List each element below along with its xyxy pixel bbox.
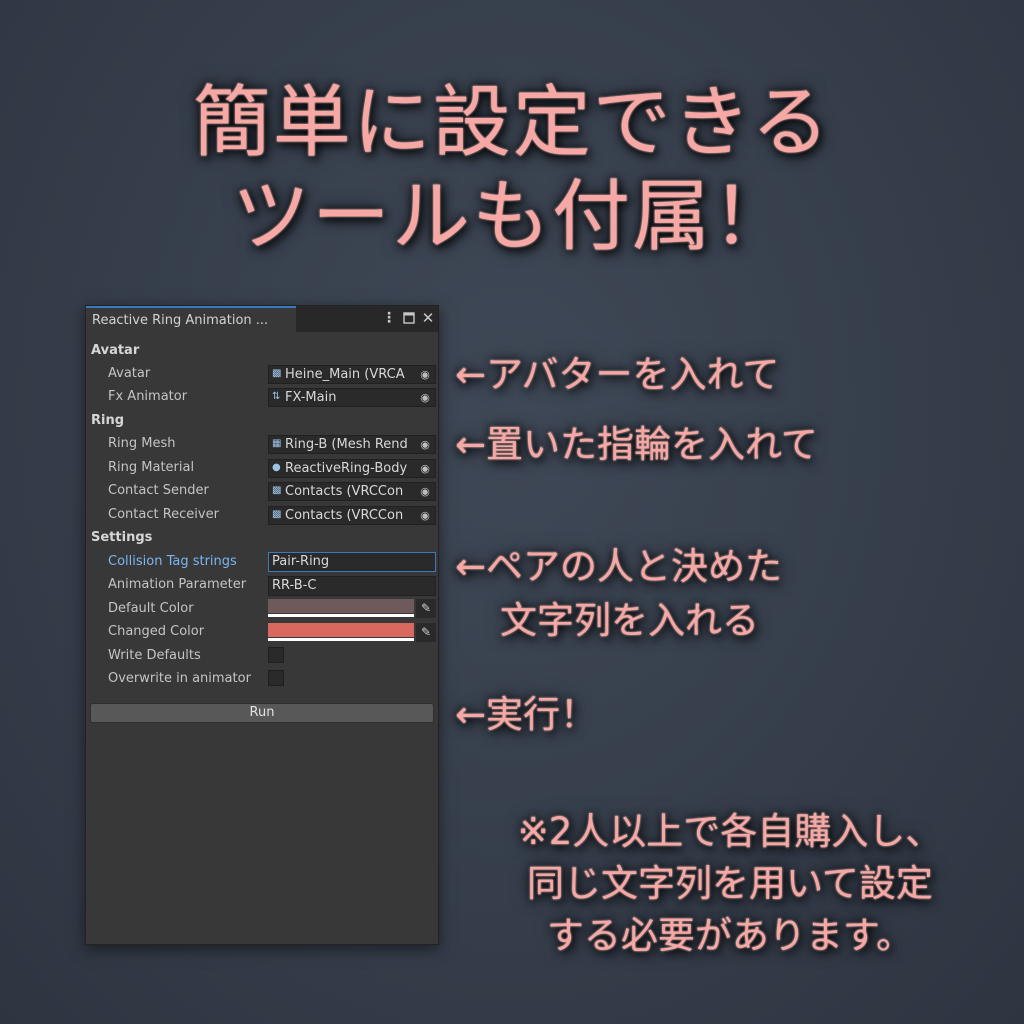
- changed-color-label: Changed Color: [108, 624, 205, 639]
- material-icon: ●: [272, 462, 281, 473]
- object-picker-icon[interactable]: ◉: [415, 389, 435, 406]
- annotation-ring: ←置いた指輪を入れて: [455, 423, 818, 466]
- fx-animator-label: Fx Animator: [108, 389, 188, 404]
- headline-line-2: ツールも付属！: [231, 172, 792, 262]
- overwrite-in-animator-label: Overwrite in animator: [108, 671, 251, 686]
- contact-receiver-value: Contacts (VRCCon: [285, 508, 404, 523]
- run-button[interactable]: Run: [90, 703, 434, 723]
- animation-parameter-input[interactable]: RR-B-C: [268, 576, 436, 596]
- fx-animator-field[interactable]: ⇅ FX-Main ◉: [268, 388, 436, 407]
- default-color-field[interactable]: [268, 599, 414, 618]
- ring-mesh-value: Ring-B (Mesh Rend: [285, 437, 408, 452]
- avatar-field[interactable]: ▩ Heine_Main (VRCA ◉: [268, 365, 436, 384]
- section-avatar: Avatar: [91, 343, 140, 358]
- ring-material-field[interactable]: ● ReactiveRing-Body ◉: [268, 459, 436, 478]
- ring-material-label: Ring Material: [108, 460, 195, 475]
- editor-window: Reactive Ring Animation ... ⋮ ✕ Avatar A…: [85, 305, 439, 945]
- collision-tag-input[interactable]: Pair-Ring: [268, 552, 436, 572]
- contact-sender-field[interactable]: ▩ Contacts (VRCCon ◉: [268, 482, 436, 501]
- note-line-3: する必要があります。: [546, 914, 914, 957]
- script-icon: ▩: [272, 485, 282, 496]
- mesh-icon: ▦: [272, 438, 282, 449]
- animator-icon: ⇅: [272, 391, 281, 402]
- fx-animator-value: FX-Main: [285, 390, 337, 405]
- avatar-value: Heine_Main (VRCA: [285, 367, 405, 382]
- default-color-alpha-bar: [268, 614, 414, 617]
- ring-mesh-label: Ring Mesh: [108, 436, 176, 451]
- purchase-note: ※2人以上で各自購入し、 同じ文字列を用いて設定 する必要があります。: [440, 806, 1020, 962]
- script-icon: ▩: [272, 509, 282, 520]
- note-line-2: 同じ文字列を用いて設定: [527, 862, 933, 905]
- object-picker-icon[interactable]: ◉: [415, 436, 435, 453]
- overwrite-in-animator-checkbox[interactable]: [268, 670, 284, 686]
- annotation-tag-line-2: 文字列を入れる: [500, 599, 759, 642]
- object-picker-icon[interactable]: ◉: [415, 507, 435, 524]
- contact-sender-label: Contact Sender: [108, 483, 209, 498]
- contact-receiver-field[interactable]: ▩ Contacts (VRCCon ◉: [268, 506, 436, 525]
- annotation-avatar: ←アバターを入れて: [455, 353, 780, 396]
- write-defaults-label: Write Defaults: [108, 648, 201, 663]
- window-tab[interactable]: Reactive Ring Animation ...: [86, 306, 296, 332]
- changed-color-field[interactable]: [268, 623, 414, 642]
- close-icon[interactable]: ✕: [419, 309, 437, 327]
- default-color-label: Default Color: [108, 601, 194, 616]
- eyedropper-icon[interactable]: ✎: [416, 599, 436, 618]
- eyedropper-icon[interactable]: ✎: [416, 623, 436, 642]
- section-settings: Settings: [91, 530, 153, 545]
- collision-tag-label: Collision Tag strings: [108, 554, 237, 569]
- avatar-label: Avatar: [108, 366, 151, 381]
- default-color-swatch: [268, 599, 414, 613]
- contact-receiver-label: Contact Receiver: [108, 507, 219, 522]
- contact-sender-value: Contacts (VRCCon: [285, 484, 404, 499]
- maximize-icon[interactable]: [400, 309, 418, 327]
- headline-line-1: 簡単に設定できる: [192, 78, 832, 168]
- note-line-1: ※2人以上で各自購入し、: [517, 810, 943, 853]
- annotation-run: ←実行！: [455, 693, 598, 736]
- window-titlebar: Reactive Ring Animation ... ⋮ ✕: [86, 306, 438, 332]
- write-defaults-checkbox[interactable]: [268, 647, 284, 663]
- ring-material-value: ReactiveRing-Body: [285, 461, 408, 476]
- section-ring: Ring: [91, 413, 125, 428]
- annotation-tag-line-1: ←ペアの人と決めた: [455, 545, 783, 588]
- object-picker-icon[interactable]: ◉: [415, 483, 435, 500]
- animation-parameter-label: Animation Parameter: [108, 577, 247, 592]
- changed-color-alpha-bar: [268, 638, 414, 641]
- ring-mesh-field[interactable]: ▦ Ring-B (Mesh Rend ◉: [268, 435, 436, 454]
- changed-color-swatch: [268, 623, 414, 637]
- headline: 簡単に設定できる ツールも付属！: [0, 76, 1024, 264]
- kebab-menu-icon[interactable]: ⋮: [380, 309, 398, 327]
- object-picker-icon[interactable]: ◉: [415, 460, 435, 477]
- script-icon: ▩: [272, 368, 282, 379]
- object-picker-icon[interactable]: ◉: [415, 366, 435, 383]
